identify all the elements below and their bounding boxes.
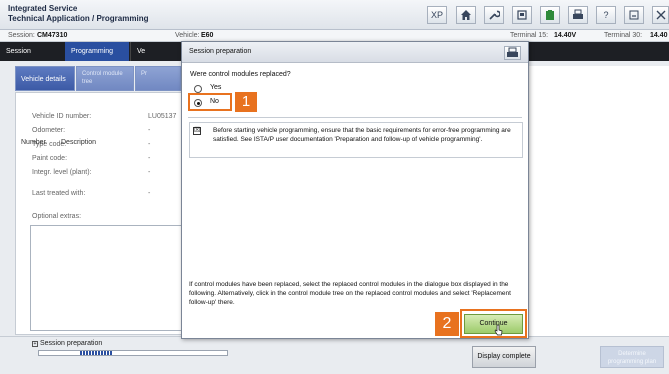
terminal15-label: Terminal 15: — [510, 32, 549, 39]
expand-plus-icon[interactable]: + — [32, 341, 38, 347]
step-badge-1: 1 — [235, 92, 257, 112]
minimize-icon[interactable] — [624, 6, 644, 24]
xp-label: XP — [430, 10, 443, 20]
vehicle-details-panel: Vehicle ID number: LU05137 Odometer: - T… — [15, 92, 183, 335]
vin-label: Vehicle ID number: — [32, 113, 92, 120]
notice-checkbox[interactable]: ☒ — [193, 127, 201, 135]
column-header-number[interactable]: Number — [21, 139, 46, 146]
home-icon[interactable] — [456, 6, 476, 24]
paint-code-label: Paint code: — [32, 155, 68, 162]
column-header-description[interactable]: Description — [61, 139, 96, 146]
app-subtitle: Technical Application / Programming — [8, 14, 149, 23]
hand-cursor-icon — [494, 324, 503, 336]
paint-code-value: - — [148, 155, 151, 162]
determine-programming-plan-button: Determine programming plan — [600, 346, 664, 368]
wrench-icon[interactable] — [484, 6, 504, 24]
tab-vehicle-details[interactable]: Vehicle details — [15, 66, 75, 91]
optional-extras-label: Optional extras: — [32, 213, 82, 220]
replacement-info-text: If control modules have been replaced, s… — [189, 281, 511, 306]
dialog-title: Session preparation — [189, 48, 252, 55]
battery-icon[interactable] — [540, 6, 560, 24]
requirements-notice: ☒ Before starting vehicle programming, e… — [189, 122, 523, 158]
dialog-divider — [188, 117, 522, 118]
last-treated-label: Last treated with: — [32, 190, 86, 197]
odometer-label: Odometer: — [32, 127, 66, 134]
last-treated-value: - — [148, 190, 151, 197]
print-icon[interactable] — [568, 6, 588, 24]
tab-control-module-tree[interactable]: Control module tree — [76, 66, 134, 91]
ista-p-window: Integrated Service Technical Application… — [0, 0, 669, 374]
progress-bar-fill — [80, 351, 112, 355]
dialog-print-icon[interactable] — [504, 46, 521, 60]
vin-value: LU05137 — [148, 113, 177, 120]
vehicle-label: Vehicle: — [175, 32, 200, 39]
dialog-title-bar: Session preparation — [182, 42, 528, 63]
notice-text: Before starting vehicle programming, ens… — [213, 127, 511, 143]
dialog-question: Were control modules replaced? — [190, 71, 291, 78]
session-value: CM47310 — [37, 32, 68, 39]
terminal30-value: 14.40 — [650, 32, 668, 39]
terminal15-value: 14.40V — [554, 32, 577, 39]
background-panel — [528, 66, 669, 336]
vehicle-value: E60 — [201, 32, 214, 39]
odometer-value: - — [148, 127, 151, 134]
session-preparation-dialog: Session preparation Were control modules… — [181, 41, 529, 339]
nav-session[interactable]: Session — [0, 42, 64, 61]
radio-yes-circle[interactable] — [194, 85, 202, 93]
session-label: Session: — [8, 32, 35, 39]
title-bar: Integrated Service Technical Application… — [0, 0, 669, 30]
optional-extras-list[interactable] — [30, 225, 182, 331]
highlight-box-no — [188, 93, 232, 111]
xp-icon[interactable]: XP — [427, 6, 447, 24]
close-icon[interactable] — [652, 6, 669, 24]
type-code-value: - — [148, 141, 151, 148]
nav-vehicle[interactable]: Ve — [130, 42, 180, 61]
help-icon[interactable]: ? — [596, 6, 616, 24]
vci-icon[interactable] — [512, 6, 532, 24]
integration-level-value: - — [148, 169, 151, 176]
step-badge-2: 2 — [435, 312, 459, 336]
terminal30-label: Terminal 30: — [604, 32, 643, 39]
radio-yes-label[interactable]: Yes — [210, 84, 221, 91]
progress-bar — [38, 350, 228, 356]
display-complete-button[interactable]: Display complete — [472, 346, 536, 368]
integration-level-label: Integr. level (plant): — [32, 169, 92, 176]
app-title: Integrated Service — [8, 4, 78, 13]
tab-programming-plan[interactable]: Pr — [135, 66, 181, 91]
nav-programming[interactable]: Programming — [65, 42, 129, 61]
session-preparation-status-label: Session preparation — [40, 340, 103, 347]
help-label: ? — [603, 10, 609, 20]
